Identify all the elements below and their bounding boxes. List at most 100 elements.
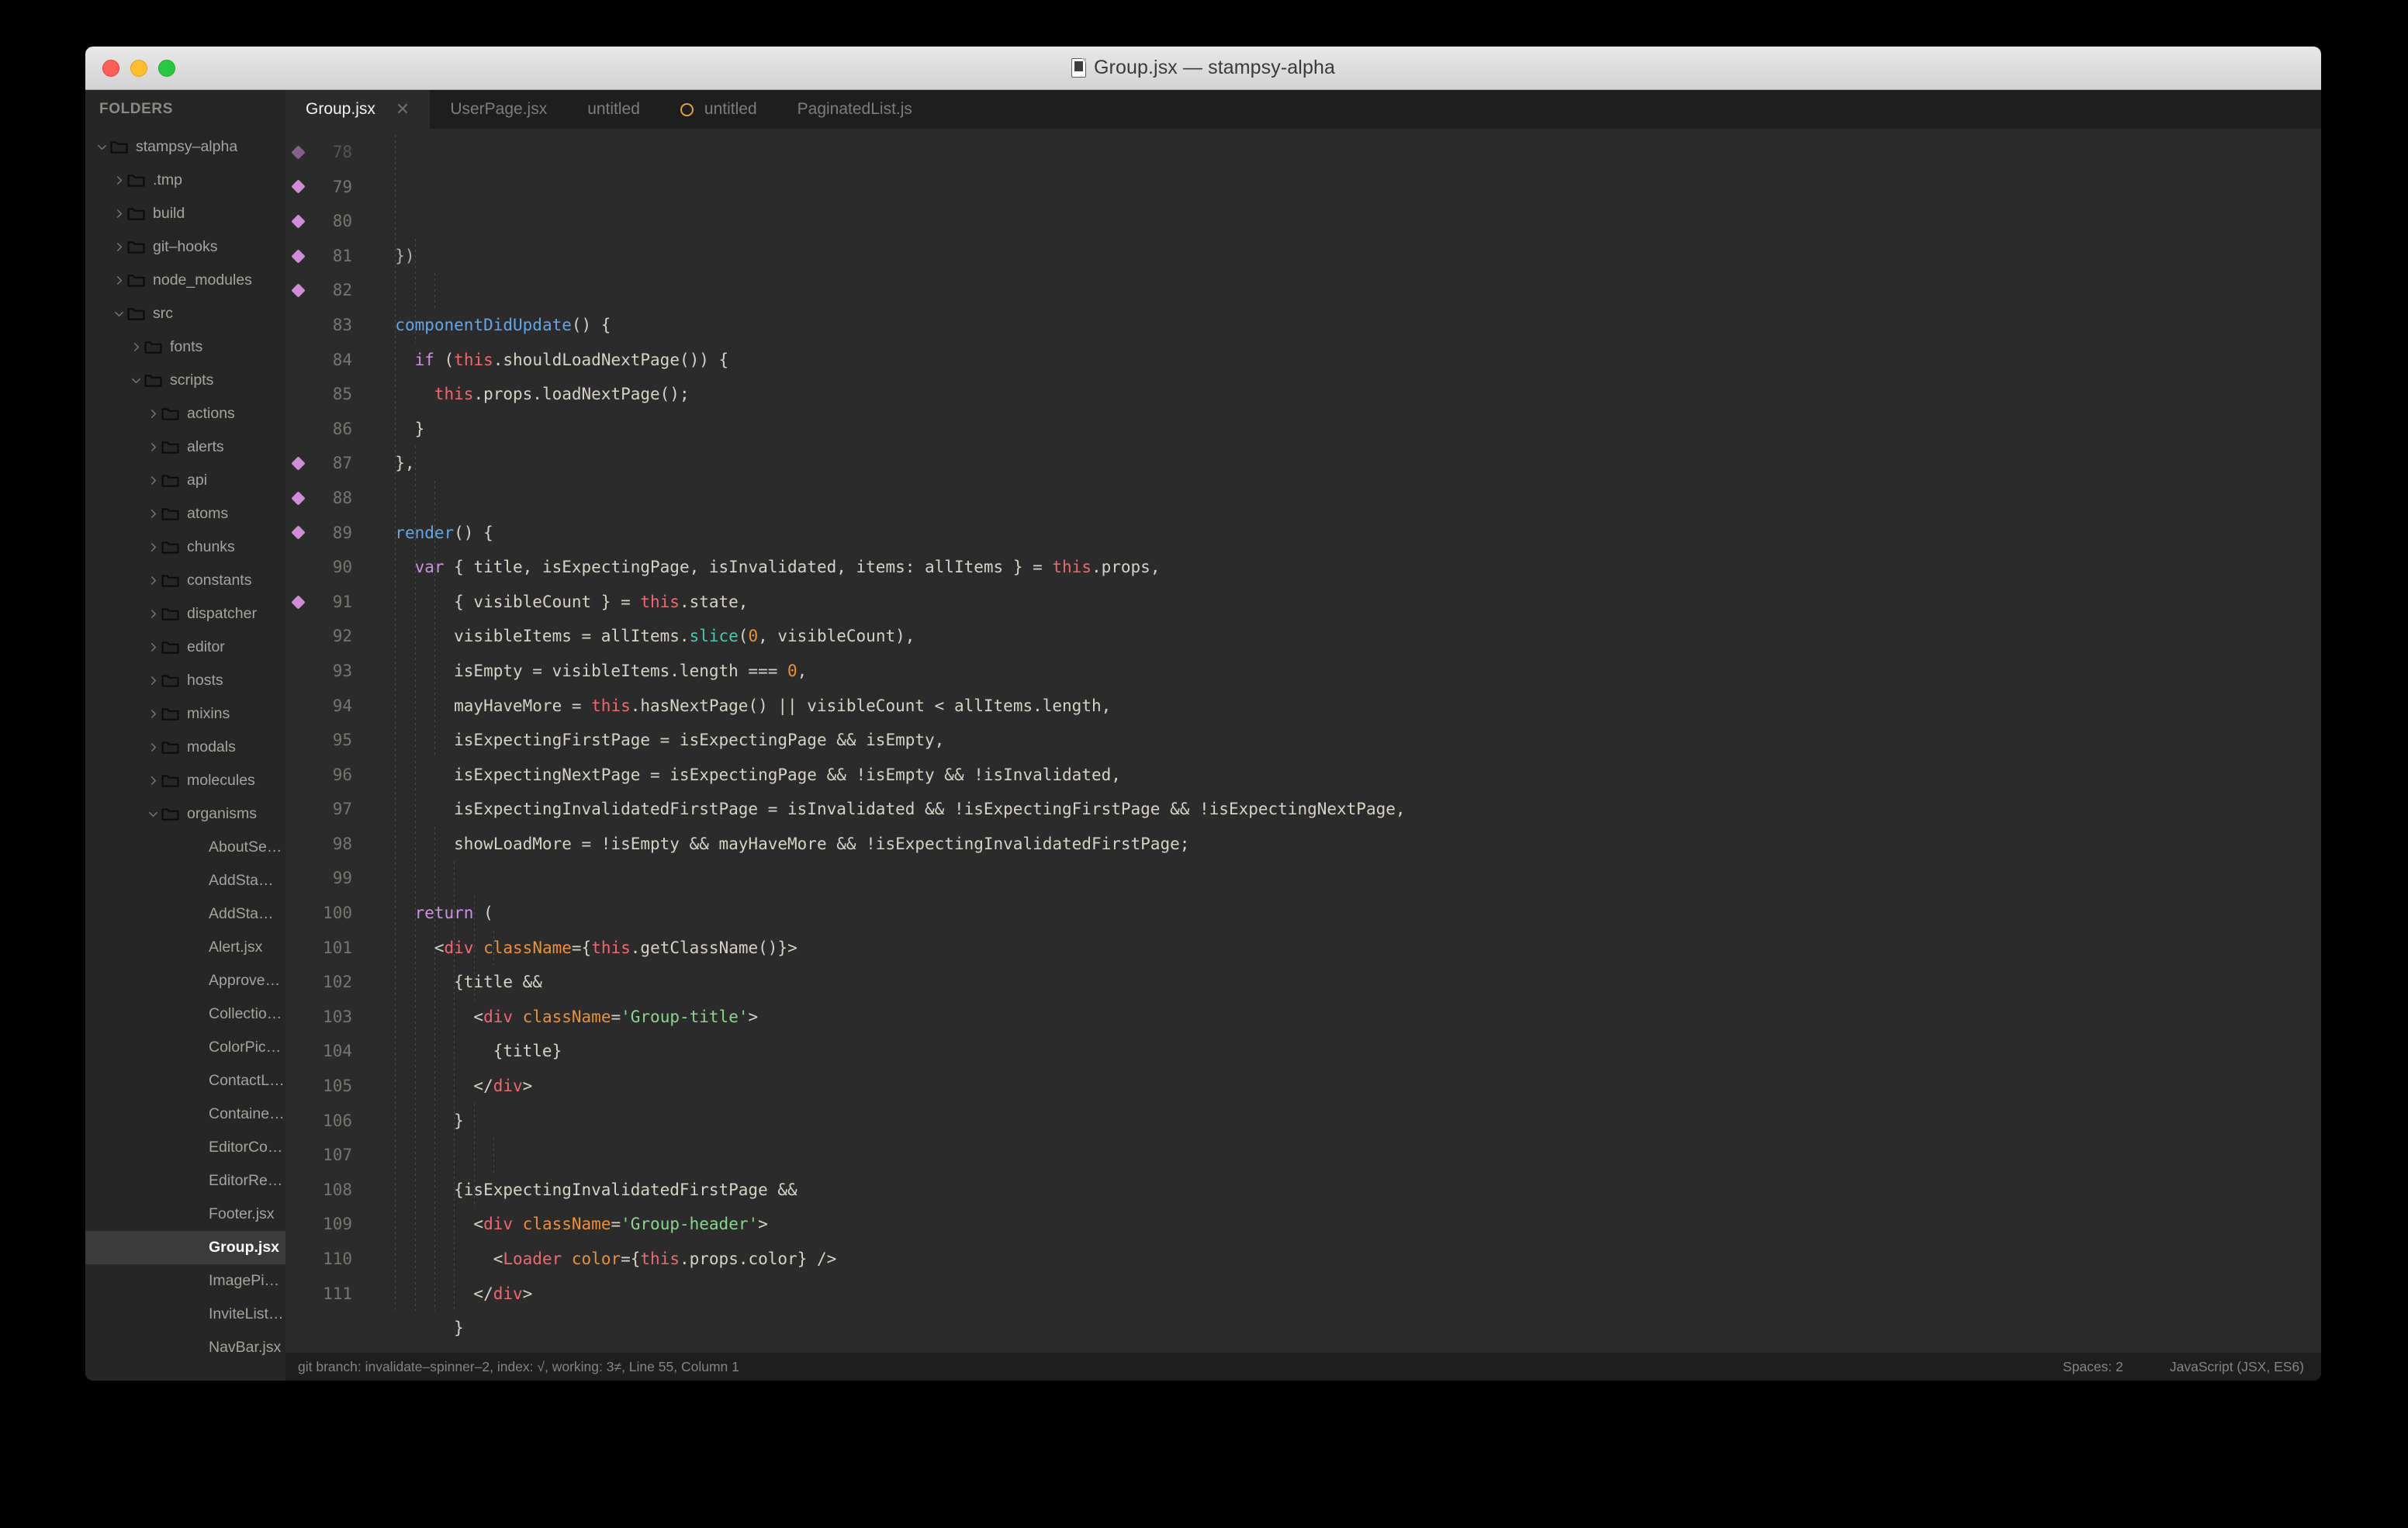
tree-file-aboutsection-jsx[interactable]: AboutSection.jsx	[85, 831, 285, 864]
tree-folder-mixins[interactable]: mixins	[85, 697, 285, 731]
tree-file-colorpicker-jsx[interactable]: ColorPicker.jsx	[85, 1031, 285, 1064]
tree-file-contactlist-jsx[interactable]: ContactList.jsx	[85, 1064, 285, 1098]
chevron-right-icon[interactable]	[144, 708, 161, 720]
tree-folder-node-modules[interactable]: node_modules	[85, 264, 285, 297]
chevron-right-icon[interactable]	[144, 441, 161, 453]
code-token: { title, isExpectingPage, isInvalidated,…	[445, 558, 1053, 576]
tree-folder-build[interactable]: build	[85, 197, 285, 230]
tree-folder-src[interactable]: src	[85, 297, 285, 330]
status-indentation[interactable]: Spaces: 2	[2063, 1359, 2123, 1375]
code-token: () {	[454, 524, 493, 542]
chevron-down-icon[interactable]	[144, 808, 161, 820]
chevron-down-icon[interactable]	[93, 141, 110, 153]
close-tab-icon[interactable]: ✕	[396, 101, 410, 118]
tree-folder-constants[interactable]: constants	[85, 564, 285, 597]
gutter-line-88: 88	[285, 481, 368, 516]
tree-file-group-jsx[interactable]: Group.jsx	[85, 1231, 285, 1264]
code-line-95: showLoadMore = !isEmpty && mayHaveMore &…	[368, 827, 2321, 862]
tree-file-invitelist-jsx[interactable]: InviteList.jsx	[85, 1298, 285, 1331]
tab-group-jsx-0[interactable]: Group.jsx✕	[285, 90, 430, 129]
code-content[interactable]: }) componentDidUpdate() { if (this.shoul…	[368, 129, 2321, 1353]
tree-folder-atoms[interactable]: atoms	[85, 497, 285, 531]
tree-folder-scripts[interactable]: scripts	[85, 364, 285, 397]
tree-folder-api[interactable]: api	[85, 464, 285, 497]
tree-file-addstampstozine-jsx[interactable]: AddStampsToZine.jsx	[85, 864, 285, 897]
folder-icon	[161, 707, 182, 721]
tree-folder-git-hooks[interactable]: git–hooks	[85, 230, 285, 264]
code-token: this	[434, 385, 474, 403]
code-token: })	[375, 247, 415, 265]
chevron-right-icon[interactable]	[144, 675, 161, 686]
chevron-right-icon[interactable]	[127, 341, 144, 353]
chevron-right-icon[interactable]	[144, 742, 161, 753]
tree-file-editorcontrols-jsx[interactable]: EditorControls.jsx	[85, 1131, 285, 1164]
line-number: 97	[333, 800, 352, 818]
tree-item-label: constants	[187, 572, 251, 589]
tree-item-label: mixins	[187, 705, 230, 723]
chevron-right-icon[interactable]	[144, 408, 161, 420]
tab-bar[interactable]: Group.jsx✕UserPage.jsxuntitleduntitledPa…	[285, 90, 2321, 129]
folders-sidebar[interactable]: FOLDERS stampsy–alpha.tmpbuildgit–hooksn…	[85, 90, 285, 1381]
tab-untitled-3[interactable]: untitled	[660, 90, 777, 129]
chevron-right-icon[interactable]	[144, 508, 161, 520]
code-line-80: componentDidUpdate() {	[368, 308, 2321, 343]
unsaved-changes-icon	[680, 103, 694, 116]
tree-folder-molecules[interactable]: molecules	[85, 764, 285, 797]
folder-icon	[161, 740, 182, 755]
chevron-down-icon[interactable]	[110, 308, 127, 320]
status-syntax-mode[interactable]: JavaScript (JSX, ES6)	[2170, 1359, 2304, 1375]
chevron-right-icon[interactable]	[110, 275, 127, 286]
chevron-right-icon[interactable]	[144, 541, 161, 553]
code-editor[interactable]: 7879808182838485868788899091929394959697…	[285, 129, 2321, 1353]
chevron-right-icon[interactable]	[110, 175, 127, 186]
folder-icon	[127, 306, 147, 321]
tree-file-collection-jsx[interactable]: Collection.jsx	[85, 997, 285, 1031]
folder-icon	[161, 573, 182, 588]
chevron-right-icon[interactable]	[144, 575, 161, 586]
tree-folder-hosts[interactable]: hosts	[85, 664, 285, 697]
tree-file-approvependingstamp-jsx[interactable]: ApprovePendingStamp.jsx	[85, 964, 285, 997]
chevron-right-icon[interactable]	[144, 775, 161, 786]
tree-folder-organisms[interactable]: organisms	[85, 797, 285, 831]
tree-folder-modals[interactable]: modals	[85, 731, 285, 764]
tree-folder-stampsy-alpha[interactable]: stampsy–alpha	[85, 130, 285, 164]
tree-folder-dispatcher[interactable]: dispatcher	[85, 597, 285, 631]
code-token: {isExpectingInvalidatedFirstPage &&	[375, 1181, 797, 1199]
chevron-right-icon[interactable]	[110, 241, 127, 253]
tree-file-alert-jsx[interactable]: Alert.jsx	[85, 931, 285, 964]
code-line-85	[368, 481, 2321, 516]
chevron-right-icon[interactable]	[110, 208, 127, 220]
tab-paginatedlist-js-4[interactable]: PaginatedList.js	[777, 90, 932, 129]
gutter-line-108: 108	[285, 1173, 368, 1208]
tree-folder--tmp[interactable]: .tmp	[85, 164, 285, 197]
code-token: >	[749, 1008, 759, 1026]
chevron-right-icon[interactable]	[144, 475, 161, 486]
chevron-right-icon[interactable]	[144, 608, 161, 620]
file-tree[interactable]: stampsy–alpha.tmpbuildgit–hooksnode_modu…	[85, 130, 285, 1364]
tab-untitled-2[interactable]: untitled	[567, 90, 660, 129]
chevron-right-icon[interactable]	[144, 641, 161, 653]
tree-folder-fonts[interactable]: fonts	[85, 330, 285, 364]
gutter-line-81: 81	[285, 239, 368, 274]
code-line-90: isEmpty = visibleItems.length === 0,	[368, 654, 2321, 689]
tab-userpage-jsx-1[interactable]: UserPage.jsx	[430, 90, 567, 129]
editor-pane: Group.jsx✕UserPage.jsxuntitleduntitledPa…	[285, 90, 2321, 1381]
tree-folder-chunks[interactable]: chunks	[85, 531, 285, 564]
tree-file-editorrequestinvite-jsx[interactable]: EditorRequestInvite.jsx	[85, 1164, 285, 1198]
tree-item-label: organisms	[187, 805, 257, 823]
tree-file-imagepicker-jsx[interactable]: ImagePicker.jsx	[85, 1264, 285, 1298]
tree-file-footer-jsx[interactable]: Footer.jsx	[85, 1198, 285, 1231]
tree-folder-alerts[interactable]: alerts	[85, 430, 285, 464]
modified-line-marker-icon	[291, 283, 305, 297]
tree-folder-editor[interactable]: editor	[85, 631, 285, 664]
tree-folder-actions[interactable]: actions	[85, 397, 285, 430]
folder-icon	[144, 340, 164, 354]
gutter-line-96: 96	[285, 758, 368, 793]
code-token: (	[473, 904, 493, 922]
code-line-100: <div className='Group-title'>	[368, 1000, 2321, 1035]
tree-file-container-jsx[interactable]: Container.jsx	[85, 1098, 285, 1131]
chevron-down-icon[interactable]	[127, 375, 144, 386]
tree-file-navbar-jsx[interactable]: NavBar.jsx	[85, 1331, 285, 1364]
document-icon	[1071, 58, 1086, 78]
tree-file-addstamptozines-jsx[interactable]: AddStampToZines.jsx	[85, 897, 285, 931]
